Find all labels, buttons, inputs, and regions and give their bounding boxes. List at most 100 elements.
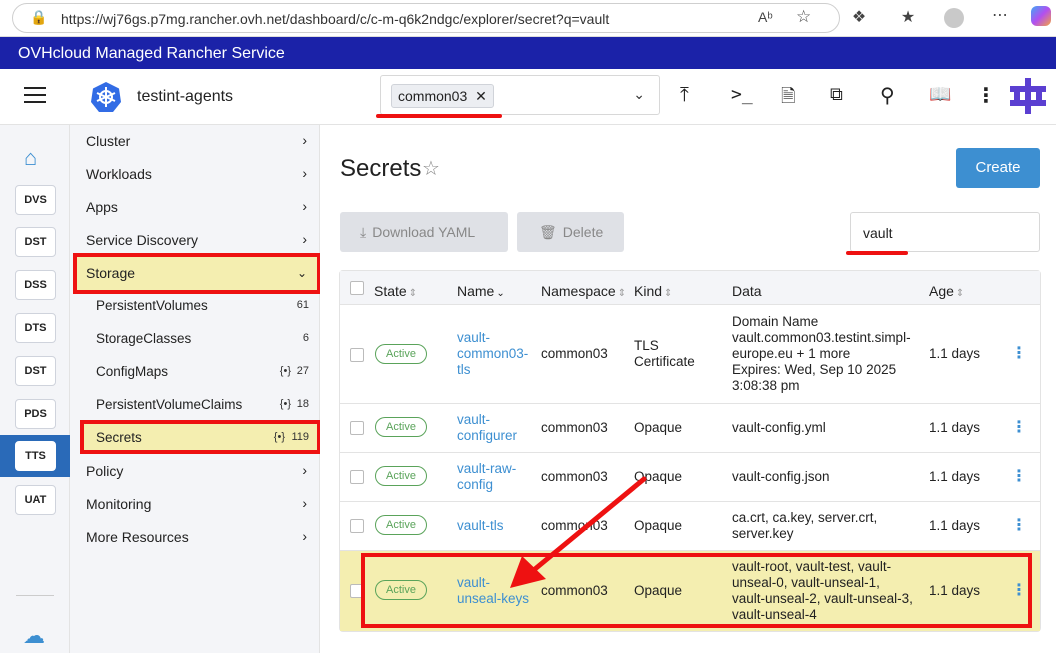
cluster-button[interactable]: DST: [15, 227, 56, 257]
nav-count: 61: [296, 299, 309, 311]
namespace-chip[interactable]: common03 ✕: [391, 84, 494, 108]
nav-count: 119: [291, 431, 309, 443]
nav-secrets[interactable]: Secrets {•} 119: [96, 430, 311, 445]
row-checkbox[interactable]: [350, 470, 364, 484]
remove-chip-icon[interactable]: ✕: [475, 88, 487, 104]
nav-apps[interactable]: Apps ›: [86, 198, 311, 215]
namespace-filter[interactable]: common03 ✕ ⌄: [380, 75, 660, 115]
cluster-button-active[interactable]: TTS: [15, 441, 56, 471]
nav-service-discovery[interactable]: Service Discovery ›: [86, 231, 311, 248]
cluster-button[interactable]: UAT: [15, 485, 56, 515]
row-actions-icon[interactable]: ⋮: [1011, 466, 1027, 486]
read-aloud-icon[interactable]: Aᵇ: [758, 9, 773, 25]
nav-more-resources[interactable]: More Resources ›: [86, 528, 311, 545]
col-namespace[interactable]: Namespace ⇕: [541, 283, 626, 299]
secret-name-link[interactable]: vault- configurer: [457, 412, 517, 444]
search-input[interactable]: vault: [850, 212, 1040, 252]
favorites-icon[interactable]: ★: [897, 7, 919, 27]
favorite-star-icon[interactable]: ☆: [796, 7, 811, 27]
col-kind[interactable]: Kind ⇕: [634, 283, 672, 299]
secret-name-link[interactable]: vault- common03- tls: [457, 330, 528, 378]
table-row[interactable]: Active vault- common03- tls common03 TLS…: [340, 305, 1040, 404]
nav-label: Secrets: [96, 430, 142, 445]
row-checkbox[interactable]: [350, 348, 364, 362]
namespace-cell: common03: [541, 469, 608, 484]
create-button[interactable]: Create: [956, 148, 1040, 188]
download-icon: ⤓: [360, 224, 367, 240]
select-all-checkbox[interactable]: [350, 281, 364, 295]
kubectl-shell-icon[interactable]: >_: [731, 84, 753, 105]
lock-icon[interactable]: 🔒: [30, 9, 47, 26]
row-actions-icon[interactable]: ⋮: [1011, 343, 1027, 363]
secret-name-link[interactable]: vault-tls: [457, 518, 504, 534]
row-checkbox[interactable]: [350, 519, 364, 533]
row-actions-icon[interactable]: ⋮: [1011, 580, 1027, 600]
col-name[interactable]: Name ⌄: [457, 283, 505, 299]
nav-label: PersistentVolumes: [96, 298, 208, 313]
row-checkbox[interactable]: [350, 584, 364, 598]
name-line: vault-: [457, 575, 491, 590]
namespace-cell: common03: [541, 420, 608, 435]
nav-monitoring[interactable]: Monitoring ›: [86, 495, 311, 512]
row-actions-icon[interactable]: ⋮: [1011, 417, 1027, 437]
col-data: Data: [732, 283, 762, 299]
table-row[interactable]: Active vault-tls common03 Opaque ca.crt,…: [340, 502, 1040, 551]
nav-persistentvolumeclaims[interactable]: PersistentVolumeClaims {•} 18: [96, 397, 311, 412]
delete-button[interactable]: 🗑 Delete: [517, 212, 624, 252]
nav-workloads[interactable]: Workloads ›: [86, 165, 311, 182]
name-line: configurer: [457, 428, 518, 443]
cluster-rail: ⌂ DVS DST DSS DTS DST PDS TTS UAT ☁: [0, 125, 70, 653]
more-actions-icon[interactable]: ⋮: [976, 83, 996, 108]
copy-kubeconfig-icon[interactable]: ⧉: [830, 84, 843, 105]
more-menu-icon[interactable]: ⋯: [989, 5, 1011, 25]
extensions-icon[interactable]: ❖: [848, 7, 870, 27]
address-bar[interactable]: 🔒 https://wj76gs.p7mg.rancher.ovh.net/da…: [12, 3, 840, 33]
name-line: config: [457, 477, 494, 492]
import-yaml-icon[interactable]: ⤒: [680, 84, 689, 107]
cluster-button[interactable]: DSS: [15, 270, 56, 300]
col-state[interactable]: State ⇕: [374, 283, 417, 299]
data-cell: vault-root, vault-test, vault- unseal-0,…: [732, 559, 913, 623]
kind-cell: TLS Certificate: [634, 338, 695, 370]
annotation-underline: [376, 114, 502, 118]
table-row[interactable]: Active vault-raw- config common03 Opaque…: [340, 453, 1040, 502]
search-icon[interactable]: ⚲: [880, 83, 895, 108]
nav-storageclasses[interactable]: StorageClasses 6: [96, 331, 311, 346]
data-cell: Domain Name vault.common03.testint.simpl…: [732, 314, 911, 394]
nav-storage[interactable]: Storage ⌄: [86, 265, 311, 281]
hamburger-menu-icon[interactable]: [24, 87, 46, 105]
extensions-cloud-icon[interactable]: ☁: [23, 623, 45, 649]
secret-name-link[interactable]: vault-raw- config: [457, 461, 516, 493]
chevron-down-icon[interactable]: ⌄: [633, 86, 645, 103]
sort-icon: ⇕: [955, 288, 965, 299]
cluster-button[interactable]: PDS: [15, 399, 56, 429]
cluster-button[interactable]: DST: [15, 356, 56, 386]
nav-persistentvolumes[interactable]: PersistentVolumes 61: [96, 298, 311, 313]
download-yaml-button[interactable]: ⤓ Download YAML: [340, 212, 508, 252]
row-actions-icon[interactable]: ⋮: [1011, 515, 1027, 535]
nav-configmaps[interactable]: ConfigMaps {•} 27: [96, 364, 311, 379]
cluster-button[interactable]: DVS: [15, 185, 56, 215]
browser-toolbar: 🔒 https://wj76gs.p7mg.rancher.ovh.net/da…: [0, 0, 1056, 37]
copilot-icon[interactable]: [1031, 6, 1051, 26]
status-badge: Active: [375, 580, 427, 600]
nav-cluster[interactable]: Cluster ›: [86, 132, 311, 149]
favorite-star-icon[interactable]: ☆: [422, 156, 440, 181]
nav-policy[interactable]: Policy ›: [86, 462, 311, 479]
row-checkbox[interactable]: [350, 421, 364, 435]
app-logo[interactable]: [1010, 78, 1046, 114]
kubeconfig-file-icon[interactable]: 🗎: [781, 84, 795, 114]
sort-desc-icon: ⌄: [496, 288, 505, 299]
table-row-highlighted[interactable]: Active vault- unseal-keys common03 Opaqu…: [340, 551, 1040, 631]
docs-book-icon[interactable]: 📖: [929, 84, 951, 105]
col-age[interactable]: Age ⇕: [929, 283, 964, 299]
col-label: Kind: [634, 283, 663, 299]
kind-cell: Opaque: [634, 583, 683, 598]
table-row[interactable]: Active vault- configurer common03 Opaque…: [340, 404, 1040, 453]
home-icon[interactable]: ⌂: [24, 145, 37, 171]
nav-label: Policy: [86, 463, 124, 479]
cluster-button[interactable]: DTS: [15, 313, 56, 343]
age-cell: 1.1 days: [929, 583, 981, 598]
profile-avatar[interactable]: [944, 8, 964, 28]
secret-name-link[interactable]: vault- unseal-keys: [457, 575, 529, 607]
